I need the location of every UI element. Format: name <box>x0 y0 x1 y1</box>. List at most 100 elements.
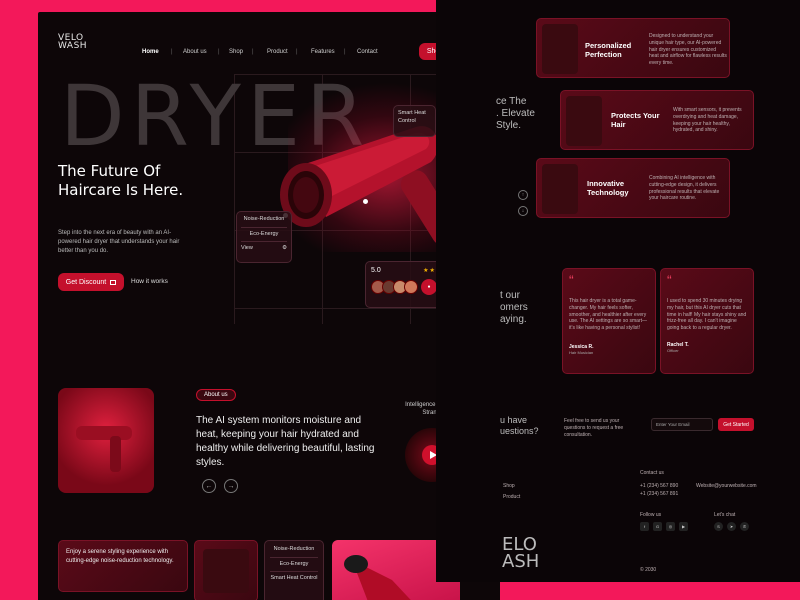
hero-headline-line-1: The Future Of <box>58 162 161 180</box>
hair-dryer-image <box>566 96 602 146</box>
brand-logo[interactable]: VELO WASH <box>58 34 88 51</box>
get-started-button[interactable]: Get Started <box>718 418 754 431</box>
more-avatars-button[interactable]: ● <box>421 279 437 295</box>
testimonial-card: “ I used to spend 30 minutes drying my h… <box>660 268 754 374</box>
youtube-icon[interactable]: ▶ <box>679 522 688 531</box>
testimonial-card: “ This hair dryer is a total game-change… <box>562 268 656 374</box>
hotspot-dot[interactable] <box>363 199 368 204</box>
feature-chips: Noise-Reduction Eco-Energy Smart Heat Co… <box>264 540 324 600</box>
nav-separator: | <box>218 49 220 55</box>
hair-dryer-image <box>203 549 249 593</box>
feature-description: With smart sensors, it prevents overdryi… <box>673 107 742 134</box>
arrow-up-icon[interactable]: ↑ <box>518 190 528 200</box>
skype-icon[interactable]: S <box>714 522 723 531</box>
product-thumbnail[interactable] <box>194 540 258 600</box>
product-image-card <box>58 388 154 493</box>
heading-line: omers <box>500 302 528 313</box>
heading-line: t our <box>500 290 521 301</box>
nav-product[interactable]: Product <box>267 49 288 55</box>
arrow-right-icon[interactable]: → <box>224 479 238 493</box>
heading-line: Style. <box>496 120 522 131</box>
footer-logo-line: ASH <box>502 551 540 572</box>
testimonial-quote: This hair dryer is a total game-changer.… <box>569 298 647 332</box>
email-link[interactable]: Website@yourwebsite.com <box>696 483 757 490</box>
footer-link-shop[interactable]: Shop <box>503 483 515 490</box>
get-discount-label: Get Discount <box>65 278 107 286</box>
feature-card-protects[interactable]: Protects Your Hair With smart sensors, i… <box>560 90 754 150</box>
nav-separator: | <box>171 49 173 55</box>
nav-separator: | <box>252 49 254 55</box>
feature-card-innovative[interactable]: Innovative Technology Combining AI intel… <box>536 158 730 218</box>
quote-icon: “ <box>569 272 574 288</box>
whatsapp-icon[interactable]: ✆ <box>740 522 749 531</box>
nav-separator: | <box>344 49 346 55</box>
hair-dryer-image <box>542 24 578 74</box>
heading-line: u have <box>500 415 528 425</box>
view-row[interactable]: View ⚙ <box>241 245 287 253</box>
nav-home[interactable]: Home <box>142 49 159 55</box>
heading-line: uestions? <box>500 425 539 436</box>
heading-line: . Elevate <box>496 108 535 119</box>
questions-heading: u have uestions? <box>500 415 539 437</box>
settings-icon: ⚙ <box>282 245 287 252</box>
testimonial-quote: I used to spend 30 minutes drying my hai… <box>667 298 747 332</box>
tag-icon <box>110 279 117 285</box>
chat-label: Let's chat <box>714 512 736 518</box>
smart-heat-tag[interactable]: Smart Heat Control <box>393 105 436 137</box>
social-icons: f G ◎ ▶ <box>640 522 688 531</box>
phone-1[interactable]: +1 (234) 567 890 <box>640 483 678 490</box>
instagram-icon[interactable]: ◎ <box>666 522 675 531</box>
about-badge: About us <box>196 389 236 401</box>
testimonial-role: Hair Musician <box>569 349 594 355</box>
hair-dryer-image <box>76 426 132 472</box>
phone-2[interactable]: +1 (234) 567 891 <box>640 491 678 498</box>
smart-heat-label: Smart Heat Control <box>398 110 426 124</box>
copyright: © 2030 <box>640 567 657 573</box>
facebook-icon[interactable]: f <box>640 522 649 531</box>
divider <box>241 241 287 243</box>
telegram-icon[interactable]: ➤ <box>727 522 736 531</box>
divider <box>241 226 287 228</box>
nav-features[interactable]: Features <box>311 49 335 55</box>
email-input[interactable]: Enter Your Email <box>651 418 713 431</box>
get-discount-button[interactable]: Get Discount <box>58 273 124 291</box>
hair-dryer-image <box>542 164 578 214</box>
feature-title: Innovative Technology <box>587 179 629 197</box>
hero-headline: The Future Of Haircare Is Here. <box>58 162 183 200</box>
footer-link-product[interactable]: Product <box>503 494 520 501</box>
nav-separator: | <box>296 49 298 55</box>
view-link[interactable]: View <box>241 245 253 253</box>
logo-line-2: WASH <box>58 41 88 51</box>
heading-line: aying. <box>500 314 527 325</box>
nav-shop[interactable]: Shop <box>229 49 243 55</box>
about-text: The AI system monitors moisture and heat… <box>196 415 375 468</box>
hero-headline-line-2: Haircare Is Here. <box>58 180 184 199</box>
follow-label: Follow us <box>640 512 662 518</box>
noise-reduction-card: Enjoy a serene styling experience with c… <box>58 540 188 592</box>
quote-icon: “ <box>667 272 672 288</box>
nav-about[interactable]: About us <box>183 49 207 55</box>
partial-heading-benefits: ce The . Elevate Style. <box>496 96 535 132</box>
chat-icons: S ➤ ✆ <box>714 522 749 531</box>
heading-line: ce The <box>496 96 527 107</box>
noise-reduction-tag[interactable]: Noise-Reduction <box>241 216 287 224</box>
nav-contact[interactable]: Contact <box>357 49 378 55</box>
chip-smart-heat[interactable]: Smart Heat Control <box>270 575 318 583</box>
chip-eco[interactable]: Eco-Energy <box>270 561 318 569</box>
feature-title: Personalized Perfection <box>585 41 632 59</box>
hero-description: Step into the next era of beauty with an… <box>58 230 180 254</box>
footer-logo: ELO ASH <box>502 536 540 572</box>
chip-noise[interactable]: Noise-Reduction <box>270 546 318 554</box>
arrow-down-icon[interactable]: ↓ <box>518 206 528 216</box>
feature-title: Protects Your Hair <box>611 111 660 129</box>
arrow-left-icon[interactable]: ← <box>202 479 216 493</box>
rating-value: 5.0 <box>371 267 381 274</box>
how-it-works-link[interactable]: How it works <box>131 278 168 285</box>
google-icon[interactable]: G <box>653 522 662 531</box>
eco-energy-tag[interactable]: Eco-Energy <box>241 231 287 239</box>
feature-card-personalized[interactable]: Personalized Perfection Designed to unde… <box>536 18 730 78</box>
feature-description: Designed to understand your unique hair … <box>649 33 727 66</box>
feature-description: Combining AI intelligence with cutting-e… <box>649 175 720 202</box>
about-pager: ← → <box>202 479 238 493</box>
testimonial-role: Officer <box>667 347 679 353</box>
